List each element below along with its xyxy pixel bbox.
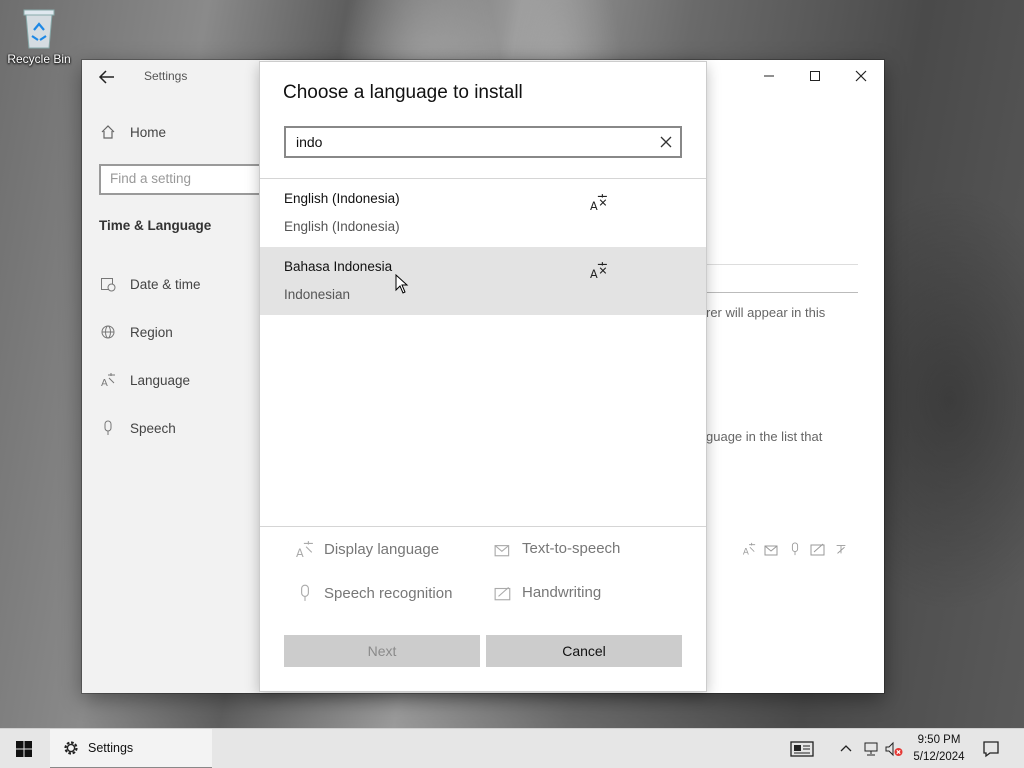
legend-label: Display language xyxy=(324,540,440,558)
minimize-icon xyxy=(764,75,774,77)
chevron-up-icon xyxy=(840,745,852,752)
taskbar-clock[interactable]: 9:50 PM 5/12/2024 xyxy=(906,732,972,766)
background-divider xyxy=(706,292,858,293)
nav-item-label: Date & time xyxy=(130,276,201,292)
nav-language[interactable]: A Language xyxy=(100,372,191,389)
nav-speech[interactable]: Speech xyxy=(100,420,176,436)
svg-text:A: A xyxy=(590,268,598,279)
calendar-clock-icon xyxy=(101,278,116,292)
microphone-icon xyxy=(791,542,799,556)
svg-text:A: A xyxy=(743,547,749,556)
gear-icon xyxy=(64,741,78,755)
nav-item-label: Language xyxy=(130,372,191,388)
background-feature-icons: A xyxy=(742,542,848,556)
nav-home[interactable]: Home xyxy=(100,124,166,140)
window-controls xyxy=(746,60,884,92)
microphone-icon xyxy=(301,584,309,601)
legend-text-to-speech: Text-to-speech xyxy=(494,540,620,557)
language-name: English (Indonesia) xyxy=(284,191,400,206)
close-icon xyxy=(855,70,867,82)
volume-button[interactable] xyxy=(884,729,904,768)
network-icon xyxy=(864,742,878,756)
language-icon: A xyxy=(101,373,115,388)
spellcheck-icon xyxy=(836,545,846,554)
background-divider xyxy=(706,264,858,265)
taskbar-settings-app[interactable]: Settings xyxy=(50,729,212,768)
taskbar: Settings 9:50 PM 5/12/2024 xyxy=(0,728,1024,768)
background-text: guage in the list that xyxy=(706,429,823,444)
recycle-bin-shortcut[interactable]: Recycle Bin xyxy=(6,6,72,66)
volume-muted-icon xyxy=(885,741,903,757)
text-to-speech-icon xyxy=(494,544,510,556)
search-value: indo xyxy=(296,134,323,150)
recycle-bin-icon xyxy=(20,6,58,50)
display-language-icon: A xyxy=(590,261,608,281)
clock-time: 9:50 PM xyxy=(917,734,961,746)
legend-label: Handwriting xyxy=(522,584,602,601)
window-title: Settings xyxy=(144,69,188,83)
recycle-bin-label: Recycle Bin xyxy=(7,52,71,66)
language-row[interactable]: English (Indonesia) English (Indonesia) … xyxy=(260,179,706,247)
notifications-button[interactable] xyxy=(982,729,1000,768)
legend-display-language: A Display language xyxy=(296,540,440,559)
legend-speech-recognition: Speech recognition xyxy=(296,584,452,602)
windows-logo-icon xyxy=(16,741,32,757)
language-name: Bahasa Indonesia xyxy=(284,259,393,274)
display-language-icon: A xyxy=(296,541,313,558)
nav-item-label: Speech xyxy=(130,420,176,436)
language-row-selected[interactable]: Bahasa Indonesia Indonesian A xyxy=(260,247,706,315)
find-setting-input[interactable]: Find a setting xyxy=(99,164,269,195)
mouse-cursor-icon xyxy=(395,273,409,298)
legend-divider xyxy=(260,526,706,527)
cancel-button[interactable]: Cancel xyxy=(486,635,682,667)
nav-date-time[interactable]: Date & time xyxy=(100,276,201,292)
text-to-speech-icon xyxy=(764,545,778,556)
legend-label: Text-to-speech xyxy=(522,540,621,557)
display-language-icon: A xyxy=(743,542,756,556)
handwriting-icon xyxy=(494,586,511,600)
notification-icon xyxy=(983,741,999,758)
globe-icon xyxy=(101,325,115,339)
close-button[interactable] xyxy=(838,60,884,92)
maximize-button[interactable] xyxy=(792,60,838,92)
svg-text:A: A xyxy=(101,378,108,388)
network-button[interactable] xyxy=(862,729,880,768)
show-hidden-icons-button[interactable] xyxy=(840,729,852,768)
back-arrow-icon[interactable] xyxy=(96,66,118,88)
start-button[interactable] xyxy=(0,729,48,768)
handwriting-icon xyxy=(810,543,825,556)
svg-text:A: A xyxy=(590,200,598,211)
home-icon xyxy=(101,125,115,139)
display-language-icon: A xyxy=(590,193,608,213)
legend-label: Speech recognition xyxy=(324,584,453,602)
taskbar-app-label: Settings xyxy=(88,741,134,755)
nav-item-label: Region xyxy=(130,324,173,340)
news-icon xyxy=(790,741,814,757)
dialog-title: Choose a language to install xyxy=(283,82,523,103)
maximize-icon xyxy=(810,71,820,81)
language-native-name: Indonesian xyxy=(284,287,351,302)
svg-text:A: A xyxy=(296,547,304,558)
background-text: rer will appear in this xyxy=(706,305,826,320)
next-button[interactable]: Next xyxy=(284,635,480,667)
settings-sidebar: Settings Home Find a setting Time & Lang… xyxy=(82,60,269,693)
nav-home-label: Home xyxy=(130,124,167,140)
minimize-button[interactable] xyxy=(746,60,792,92)
choose-language-dialog: Choose a language to install indo Englis… xyxy=(260,62,706,691)
language-search-input[interactable]: indo xyxy=(284,126,682,158)
language-native-name: English (Indonesia) xyxy=(284,219,400,234)
clock-date: 5/12/2024 xyxy=(913,751,965,763)
microphone-icon xyxy=(104,420,112,435)
legend-handwriting: Handwriting xyxy=(494,584,601,601)
section-title: Time & Language xyxy=(99,218,212,233)
news-widget[interactable] xyxy=(790,729,814,768)
nav-region[interactable]: Region xyxy=(100,324,173,340)
clear-search-icon[interactable] xyxy=(658,134,674,150)
